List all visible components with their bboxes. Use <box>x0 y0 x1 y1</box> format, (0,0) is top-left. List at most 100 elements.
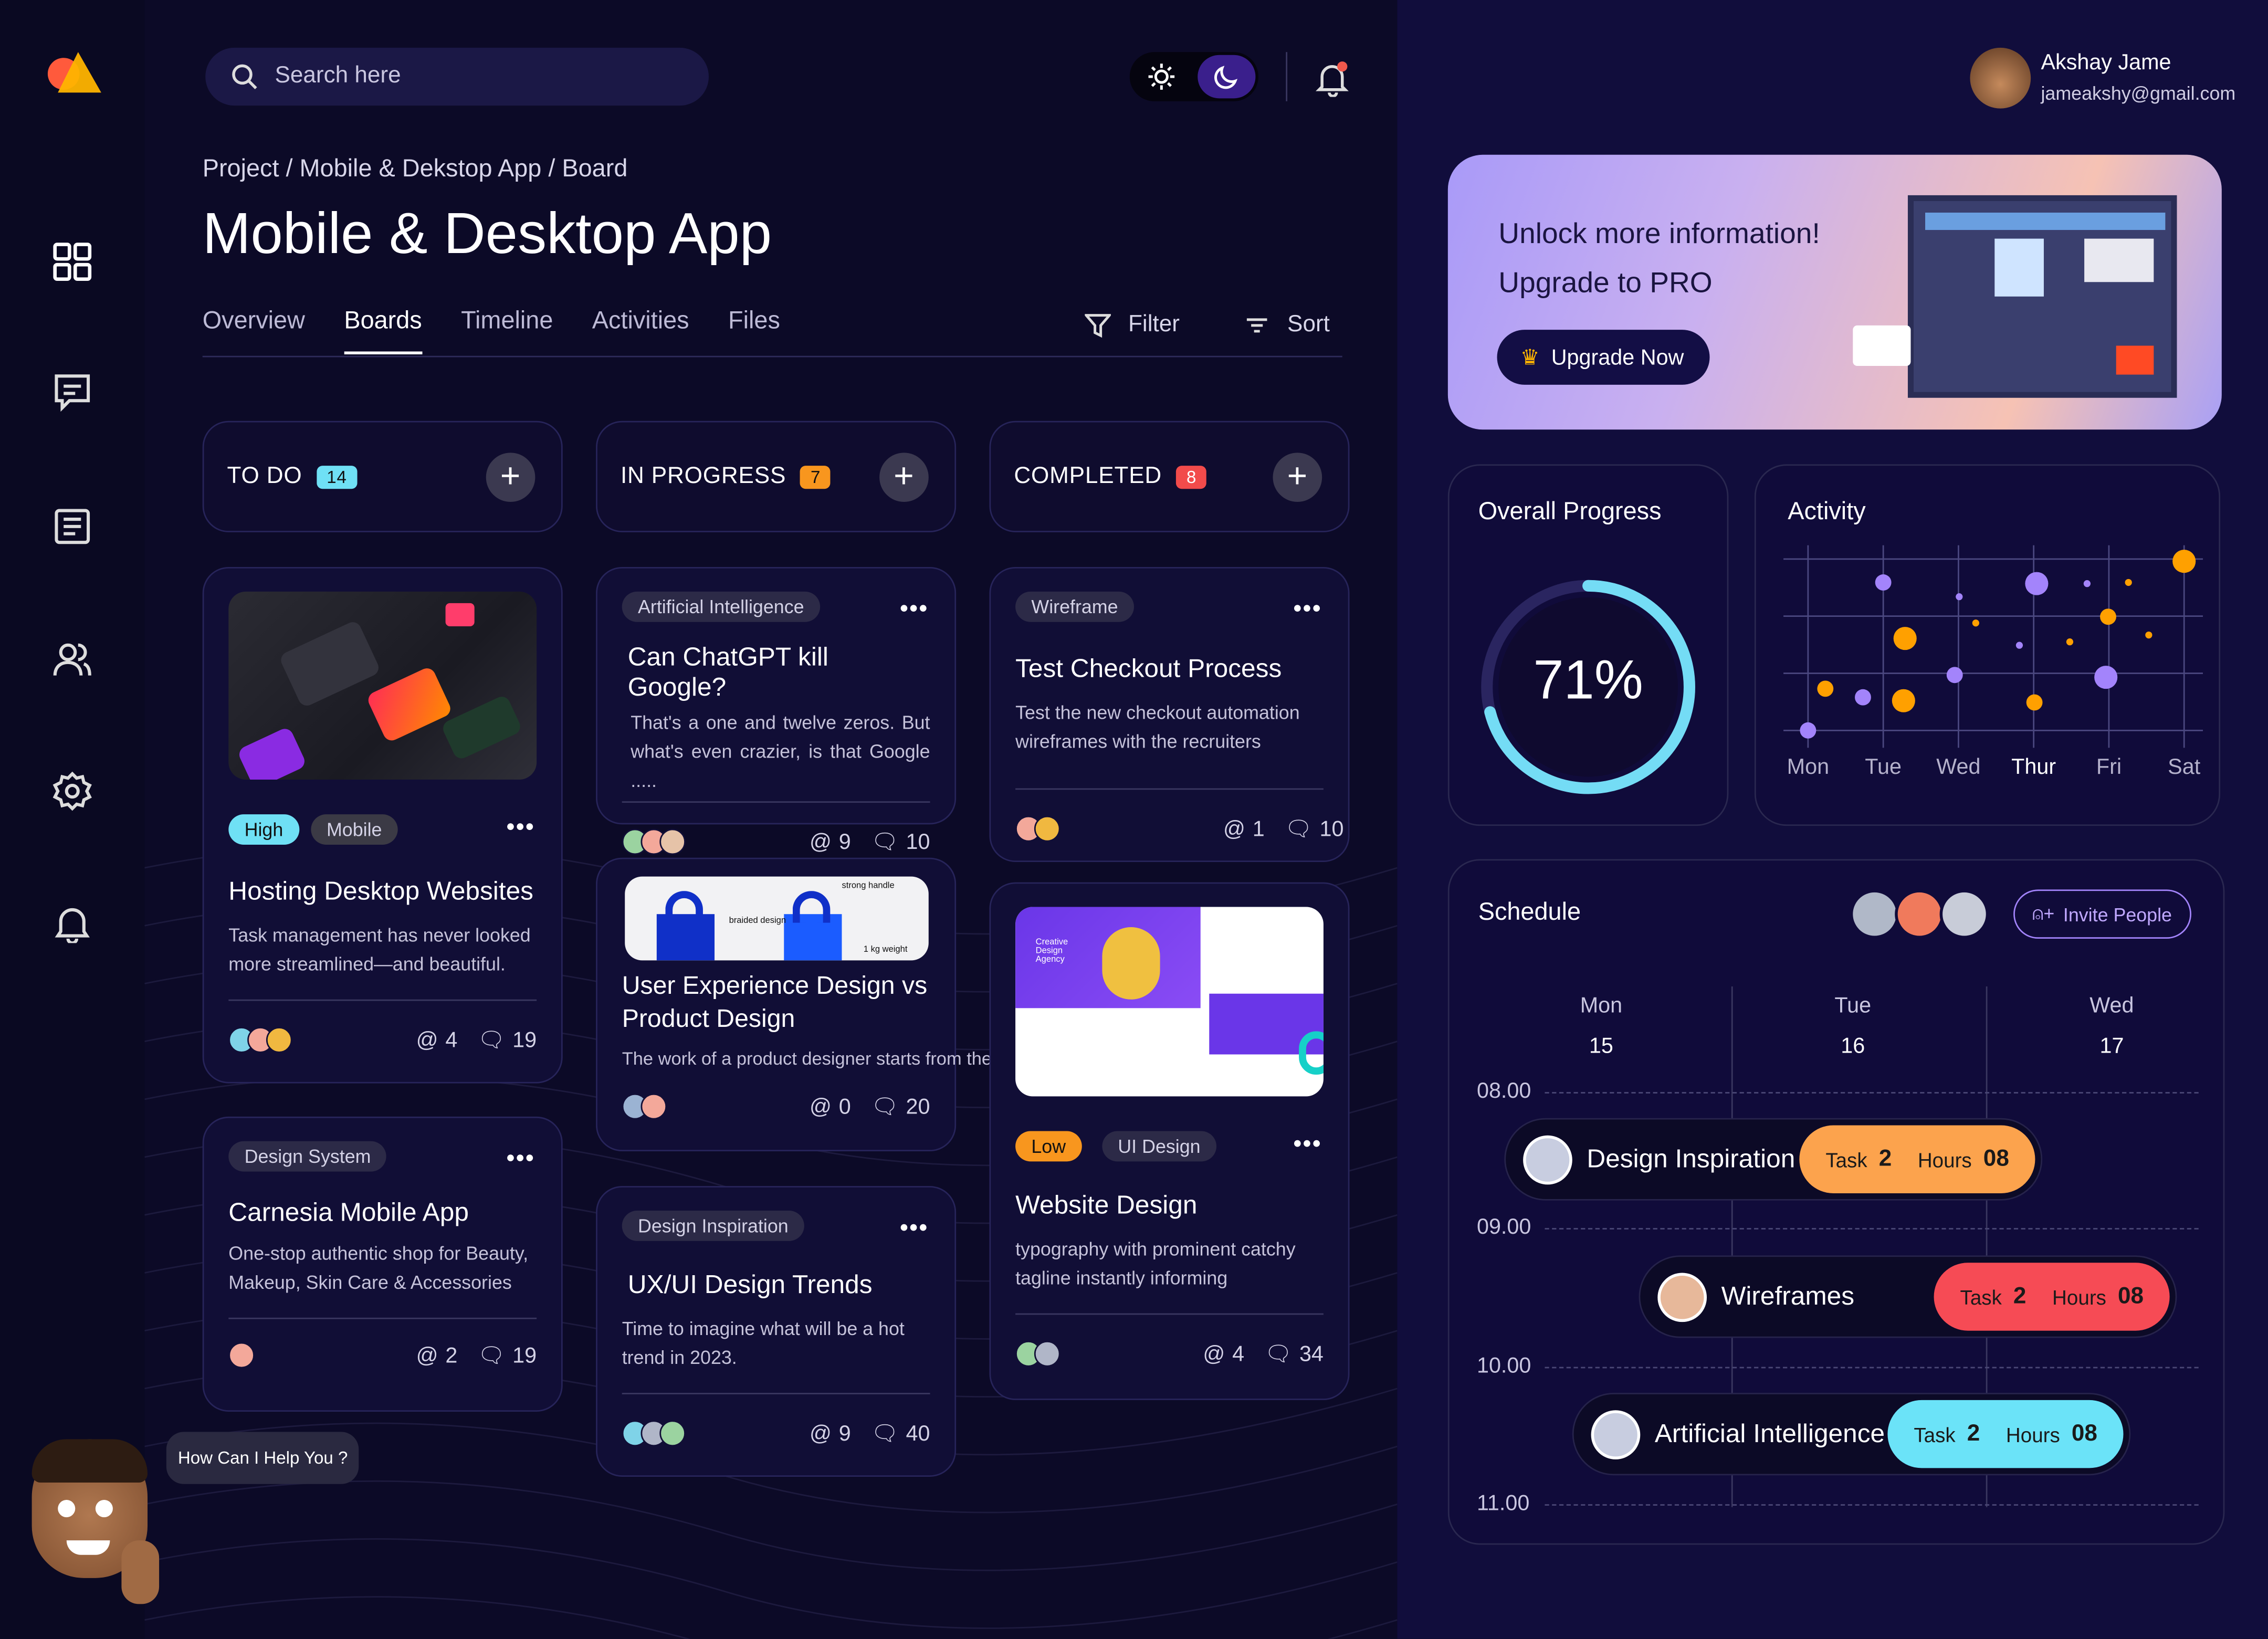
tab-activities[interactable]: Activities <box>592 307 689 335</box>
attachments-count[interactable]: @ 2 <box>416 1343 458 1368</box>
card-footer: @ 2 🗨 19 <box>228 1342 537 1369</box>
progress-value: 71% <box>1533 650 1643 712</box>
day-mon[interactable]: Mon 15 <box>1544 986 1659 1067</box>
divider <box>228 999 537 1001</box>
x-tick-label: Sat <box>2168 754 2201 779</box>
upgrade-now-button[interactable]: ♛ Upgrade Now <box>1497 330 1710 385</box>
activity-bubble-orange <box>1893 627 1917 650</box>
documents-icon[interactable] <box>49 503 96 550</box>
bag-illustration: braided design strong handle 1 kg weight <box>625 876 929 961</box>
user-name: Akshay Jame <box>2041 50 2171 76</box>
card-title: Hosting Desktop Websites <box>228 876 533 906</box>
day-tue[interactable]: Tue 16 <box>1795 986 1910 1067</box>
activity-bubble-orange <box>1892 689 1915 712</box>
comments-count[interactable]: 🗨 19 <box>478 1027 537 1053</box>
theme-toggle[interactable] <box>1129 52 1258 101</box>
image-label: 1 kg weight <box>863 945 908 955</box>
event-design-inspiration[interactable]: Design Inspiration Task 2 Hours 08 <box>1504 1118 2043 1201</box>
task-card-ux[interactable]: braided design strong handle 1 kg weight… <box>596 857 1264 1152</box>
assignee-avatars <box>1015 1340 1060 1367</box>
chatbot-avatar[interactable] <box>26 1439 165 1613</box>
task-card-carnesia[interactable]: Design System ••• Carnesia Mobile App On… <box>202 1116 563 1412</box>
add-task-button[interactable]: + <box>486 451 536 501</box>
day-wed[interactable]: Wed 17 <box>2054 986 2169 1067</box>
comments-count[interactable]: 🗨 19 <box>478 1342 537 1368</box>
messages-icon[interactable] <box>49 369 96 415</box>
task-card-trends[interactable]: Design Inspiration ••• UX/UI Design Tren… <box>596 1186 957 1477</box>
filter-label: Filter <box>1128 312 1180 337</box>
tab-overview[interactable]: Overview <box>203 307 305 335</box>
task-card-hosting[interactable]: High Mobile ••• Hosting Desktop Websites… <box>202 566 563 1084</box>
dashboard-thumbnail <box>228 591 537 780</box>
dashboard-icon[interactable] <box>49 239 96 285</box>
event-wireframes[interactable]: Wireframes Task 2 Hours 08 <box>1639 1255 2177 1338</box>
avatar <box>1591 1409 1641 1459</box>
page-title: Mobile & Desktop App <box>202 202 772 266</box>
sort-icon <box>1246 318 1267 333</box>
comments-count[interactable]: 🗨 20 <box>871 1094 930 1119</box>
card-footer: @ 0 🗨 20 <box>622 1093 930 1120</box>
divider <box>622 1393 930 1394</box>
bell-icon[interactable] <box>1315 59 1352 104</box>
tab-boards[interactable]: Boards <box>344 307 422 354</box>
task-card-website[interactable]: Creative Design Agency Low UI Design •••… <box>989 882 1350 1400</box>
sort-button[interactable]: Sort <box>1244 312 1330 339</box>
add-task-button[interactable]: + <box>879 451 929 501</box>
column-title: IN PROGRESS <box>620 464 786 488</box>
brand-logo[interactable] <box>46 49 101 96</box>
filter-button[interactable]: Filter <box>1085 312 1180 339</box>
card-description: Test the new checkout automation wirefra… <box>1015 701 1300 752</box>
team-icon[interactable] <box>49 636 96 682</box>
task-card-chatgpt[interactable]: Artificial Intelligence ••• Can ChatGPT … <box>596 566 957 855</box>
add-task-button[interactable]: + <box>1273 451 1322 501</box>
divider <box>622 801 930 803</box>
divider <box>1286 52 1288 101</box>
notifications-icon[interactable] <box>49 900 96 946</box>
image-label: Creative Design Agency <box>1035 939 1068 965</box>
activity-bubble-orange <box>1972 619 1979 627</box>
comments-count[interactable]: 🗨 40 <box>871 1421 930 1446</box>
card-description: One-stop authentic shop for Beauty, Make… <box>228 1242 529 1294</box>
filter-icon <box>1085 314 1111 338</box>
comments-count[interactable]: 🗨 10 <box>871 829 930 855</box>
search-placeholder: Search here <box>275 64 401 89</box>
activity-bubble-purple <box>1875 574 1892 591</box>
more-options-icon[interactable]: ••• <box>900 597 929 624</box>
activity-bubble-orange <box>2026 694 2043 711</box>
invite-people-button[interactable]: ⍝+ Invite People <box>2013 889 2191 939</box>
attachments-count[interactable]: @ 4 <box>416 1027 458 1052</box>
attachments-count[interactable]: @ 4 <box>1203 1341 1244 1366</box>
comments-count[interactable]: 🗨 34 <box>1265 1341 1324 1367</box>
assignee-avatars <box>228 1342 255 1369</box>
chatbot-bubble[interactable]: How Can I Help You ? <box>166 1432 360 1484</box>
attachments-count[interactable]: @ 0 <box>810 1094 851 1119</box>
search-input[interactable]: Search here <box>205 47 709 106</box>
sun-icon[interactable] <box>1132 55 1190 99</box>
column-todo: TO DO 14 + <box>202 421 563 532</box>
chatbot-message: How Can I Help You ? <box>177 1447 348 1468</box>
more-options-icon[interactable]: ••• <box>1294 1132 1322 1159</box>
card-description: That's a one and twelve zeros. But what'… <box>631 711 930 792</box>
more-options-icon[interactable]: ••• <box>900 1216 929 1243</box>
more-options-icon[interactable]: ••• <box>507 1147 536 1173</box>
attachments-count[interactable]: @ 1 <box>1223 816 1265 841</box>
time-label: 08.00 <box>1476 1079 1531 1104</box>
attachments-count[interactable]: @ 9 <box>810 1421 851 1446</box>
comments-count[interactable]: 🗨 10 <box>1285 816 1343 842</box>
column-count: 8 <box>1176 465 1207 488</box>
crown-icon: ♛ <box>1520 345 1540 371</box>
search-icon <box>232 64 257 90</box>
settings-icon[interactable] <box>49 768 96 814</box>
attachments-count[interactable]: @ 9 <box>810 829 851 854</box>
tab-files[interactable]: Files <box>728 307 780 335</box>
priority-tag: High <box>228 814 299 845</box>
tab-timeline[interactable]: Timeline <box>461 307 553 335</box>
moon-icon[interactable] <box>1198 55 1256 99</box>
user-avatar[interactable] <box>1970 47 2031 109</box>
more-options-icon[interactable]: ••• <box>1294 597 1322 624</box>
task-card-checkout[interactable]: Wireframe ••• Test Checkout Process Test… <box>989 566 1350 863</box>
event-artificial-intelligence[interactable]: Artificial Intelligence Task 2 Hours 08 <box>1572 1393 2131 1476</box>
category-tag: Artificial Intelligence <box>622 591 820 622</box>
more-options-icon[interactable]: ••• <box>507 816 536 842</box>
event-stats: Task 2 Hours 08 <box>1887 1400 2124 1468</box>
